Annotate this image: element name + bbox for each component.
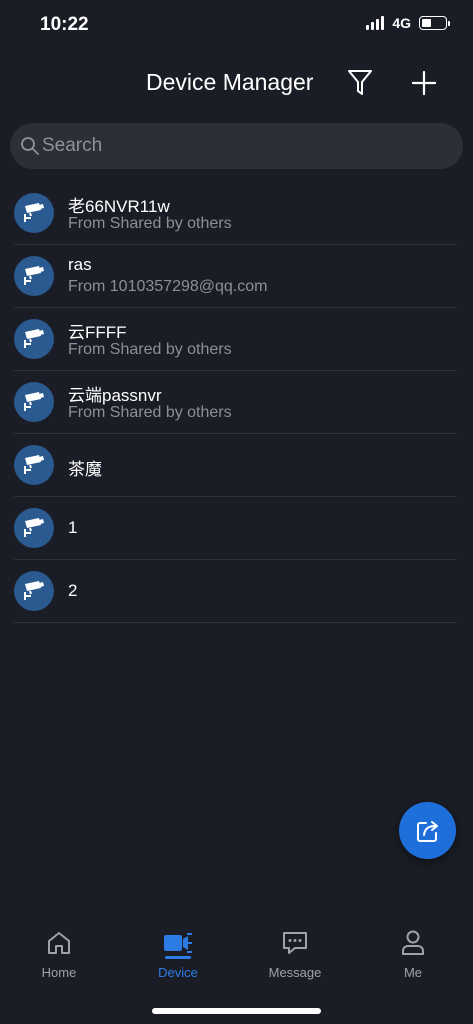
device-avatar [14, 256, 54, 296]
share-button[interactable] [399, 802, 456, 859]
device-name: 云端passnvr [68, 386, 162, 405]
tab-home-label: Home [41, 965, 77, 980]
plus-icon [411, 70, 437, 96]
device-source: From 1010357298@qq.com [68, 278, 268, 295]
tab-message-label: Message [268, 965, 322, 980]
status-bar: 10:22 4G [0, 0, 473, 50]
device-source: From Shared by others [68, 341, 232, 358]
search-icon [21, 137, 39, 155]
device-avatar [14, 319, 54, 359]
device-list-item[interactable]: 老66NVR11w From Shared by others [14, 182, 457, 245]
status-indicators: 4G [366, 15, 450, 31]
device-name: 云FFFF [68, 323, 127, 342]
device-name: 老66NVR11w [68, 197, 170, 216]
device-list-item[interactable]: 茶魔 [14, 434, 457, 497]
share-icon [416, 820, 438, 842]
device-name: 茶魔 [68, 460, 102, 479]
device-avatar [14, 571, 54, 611]
battery-icon [419, 16, 450, 30]
network-type: 4G [392, 15, 411, 31]
search-input[interactable] [42, 135, 442, 157]
device-source: From Shared by others [68, 404, 232, 421]
security-camera-icon [24, 392, 44, 411]
filter-funnel-icon [348, 70, 372, 95]
tab-message[interactable]: Message [245, 928, 345, 988]
security-camera-icon [24, 581, 44, 600]
person-icon [398, 928, 428, 958]
tab-me[interactable]: Me [363, 928, 463, 988]
filter-button[interactable] [342, 65, 378, 101]
device-avatar [14, 382, 54, 422]
device-name: ras [68, 255, 92, 274]
chat-bubble-icon [280, 928, 310, 958]
header: Device Manager [0, 55, 473, 111]
security-camera-icon [24, 329, 44, 348]
video-camera-icon [163, 928, 193, 958]
device-list-item[interactable]: 云端passnvr From Shared by others [14, 371, 457, 434]
device-avatar [14, 445, 54, 485]
security-camera-icon [24, 518, 44, 537]
tab-device-label: Device [158, 965, 198, 980]
device-name: 2 [68, 581, 78, 600]
security-camera-icon [24, 203, 44, 222]
battery-fill [422, 19, 431, 27]
device-list: 老66NVR11w From Shared by others ras From… [0, 182, 473, 623]
signal-icon [366, 16, 385, 30]
tab-me-label: Me [403, 965, 423, 980]
add-device-button[interactable] [406, 65, 442, 101]
device-list-item[interactable]: 2 [14, 560, 457, 623]
device-avatar [14, 193, 54, 233]
security-camera-icon [24, 266, 44, 285]
search-bar[interactable] [10, 123, 463, 169]
tab-active-indicator [165, 956, 191, 959]
home-indicator [152, 1008, 321, 1014]
status-time: 10:22 [40, 14, 89, 35]
device-list-item[interactable]: 云FFFF From Shared by others [14, 308, 457, 371]
home-icon [44, 928, 74, 958]
device-list-item[interactable]: 1 [14, 497, 457, 560]
device-list-item[interactable]: ras From 1010357298@qq.com [14, 245, 457, 308]
tab-device[interactable]: Device [128, 928, 228, 988]
device-avatar [14, 508, 54, 548]
device-name: 1 [68, 518, 78, 537]
security-camera-icon [24, 455, 44, 474]
device-source: From Shared by others [68, 215, 232, 232]
tab-home[interactable]: Home [9, 928, 109, 988]
page-title: Device Manager [146, 69, 314, 95]
